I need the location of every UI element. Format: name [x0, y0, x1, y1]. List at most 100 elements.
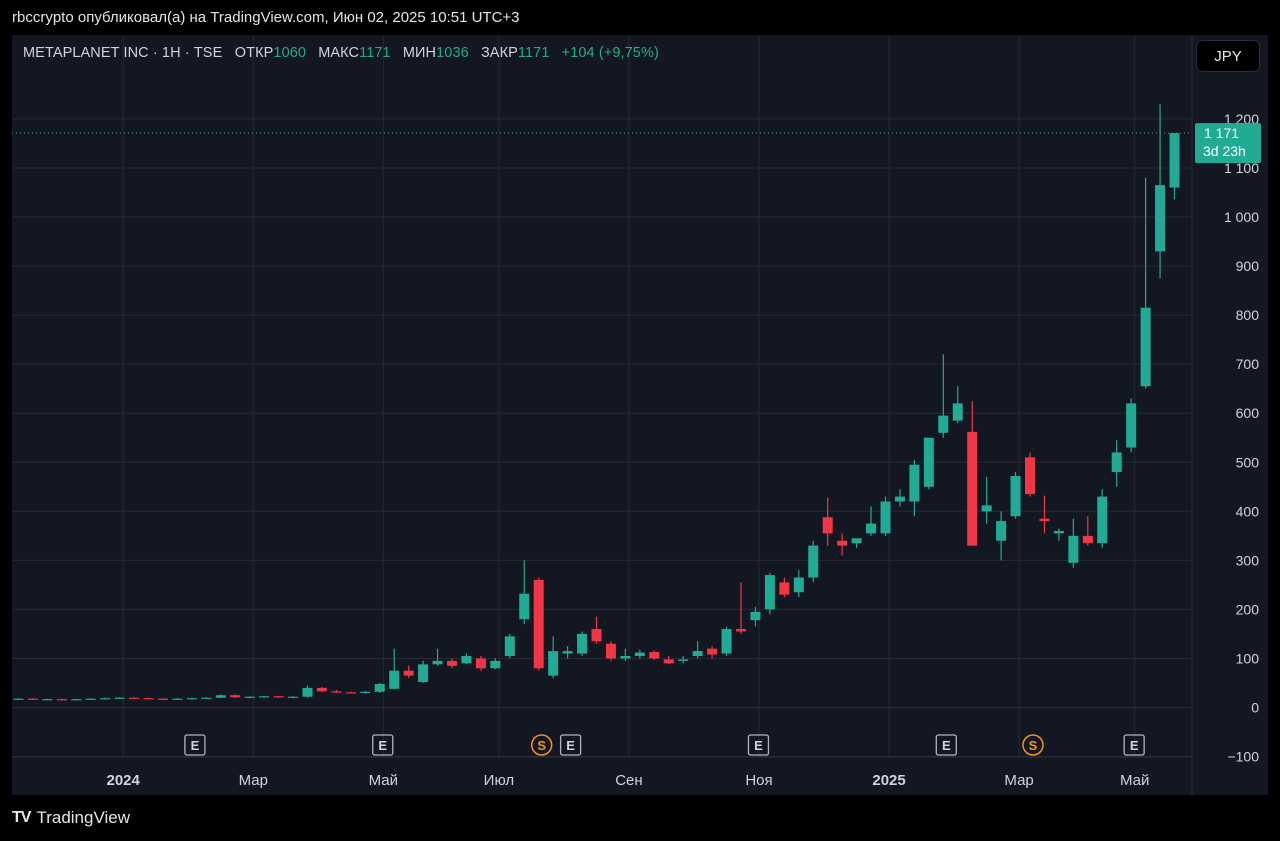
candle-up: [360, 691, 371, 694]
y-tick-label: 1 000: [1224, 209, 1259, 225]
candle-up: [519, 593, 530, 620]
candle-down: [230, 695, 241, 698]
candle-up: [851, 538, 862, 544]
earnings-event-label: E: [754, 738, 763, 753]
candle-up: [634, 652, 645, 656]
candle-down: [316, 687, 327, 692]
candle-down: [649, 652, 660, 659]
candle-up: [808, 545, 819, 578]
candle-up: [100, 698, 111, 700]
candle-down: [533, 579, 544, 669]
candle-down: [605, 643, 616, 659]
candle-down: [345, 692, 356, 694]
x-tick-label: Май: [1120, 772, 1149, 789]
earnings-event-label: E: [191, 738, 200, 753]
y-tick-label: 600: [1236, 405, 1260, 421]
earnings-event-label: E: [378, 738, 387, 753]
candle-up: [1068, 535, 1079, 563]
candle-up: [172, 698, 183, 700]
candle-down: [403, 670, 414, 676]
candle-up: [461, 655, 472, 664]
symbol-title: METAPLANET INC · 1Н · TSE: [23, 45, 223, 61]
candle-down: [447, 660, 457, 666]
candle-up: [288, 696, 299, 698]
candle-up: [244, 696, 255, 698]
candle-up: [374, 683, 385, 692]
candle-down: [475, 658, 486, 669]
candle-up: [1126, 403, 1137, 448]
x-tick-label: Сен: [615, 772, 642, 789]
candle-up: [504, 636, 515, 656]
brand-name: TradingView: [36, 808, 131, 827]
change-value: +104 (+9,75%): [561, 45, 659, 61]
candle-up: [215, 695, 226, 698]
candle-down: [779, 582, 790, 595]
candle-down: [1039, 518, 1050, 522]
candle-up: [42, 699, 53, 701]
candle-up: [389, 670, 400, 689]
close-value: 1171: [517, 45, 550, 61]
x-tick-label: Мар: [239, 772, 268, 789]
candle-up: [490, 660, 501, 669]
y-tick-label: 700: [1236, 356, 1260, 372]
x-tick-label: Май: [369, 772, 398, 789]
candle-up: [996, 521, 1007, 541]
candle-up: [620, 655, 631, 659]
candle-down: [1025, 457, 1035, 495]
currency-button[interactable]: JPY: [1196, 40, 1260, 72]
candle-up: [418, 664, 429, 682]
candle-up: [866, 523, 877, 534]
high-value: 1171: [359, 45, 391, 61]
candlestick-chart[interactable]: −10001002003004005006007008009001 0001 1…: [12, 35, 1268, 795]
x-tick-label: Июл: [484, 772, 514, 789]
open-value: 1060: [273, 45, 307, 61]
close-label: ЗАКР: [480, 45, 518, 61]
candle-up: [923, 437, 934, 487]
candle-up: [721, 629, 732, 654]
y-tick-label: 500: [1236, 454, 1260, 470]
x-tick-label: Мар: [1004, 772, 1033, 789]
candle-down: [663, 659, 674, 664]
y-tick-label: 300: [1236, 552, 1260, 568]
y-tick-label: 400: [1236, 503, 1260, 519]
candle-up: [894, 496, 905, 502]
publish-caption: rbccrypto опубликовал(а) на TradingView.…: [12, 9, 520, 26]
earnings-event-label: E: [942, 738, 951, 753]
candle-up: [981, 505, 992, 512]
y-tick-label: 200: [1236, 601, 1260, 617]
candle-up: [750, 611, 761, 621]
candle-up: [302, 687, 313, 697]
split-event-label: S: [537, 738, 546, 753]
candle-up: [71, 699, 82, 701]
x-tick-label: Ноя: [745, 772, 772, 789]
candle-down: [143, 698, 154, 700]
earnings-event-label: E: [1130, 738, 1139, 753]
candle-up: [1111, 452, 1122, 473]
candle-up: [259, 696, 270, 698]
candle-up: [432, 660, 443, 665]
countdown-label: 3d 23h: [1203, 143, 1246, 159]
last-price-label: 1 171: [1204, 125, 1239, 141]
candle-down: [837, 540, 848, 546]
candle-down: [967, 431, 978, 546]
candle-up: [1097, 496, 1108, 544]
tradingview-brand[interactable]: TV TradingView: [12, 808, 130, 828]
candle-down: [129, 697, 140, 699]
candle-up: [1140, 307, 1151, 387]
ohlc-legend: METAPLANET INC · 1Н · TSE ОТКР1060 МАКС1…: [23, 45, 659, 61]
candle-down: [591, 629, 602, 642]
candle-up: [1169, 133, 1180, 188]
candle-down: [27, 698, 38, 700]
candle-up: [938, 415, 949, 433]
candle-down: [822, 517, 833, 534]
y-tick-label: 100: [1236, 650, 1260, 666]
candle-down: [273, 696, 284, 698]
chart-panel[interactable]: −100 0 100 200 300 400 500 600 700 800 900 1 000 1 1…: [12, 35, 1268, 795]
candle-up: [692, 651, 703, 656]
y-tick-label: 0: [1251, 700, 1259, 716]
candle-down: [1082, 535, 1093, 544]
y-tick-label: 900: [1236, 258, 1260, 274]
candle-down: [158, 698, 168, 700]
x-tick-label: 2025: [872, 772, 905, 789]
candle-up: [577, 633, 588, 654]
